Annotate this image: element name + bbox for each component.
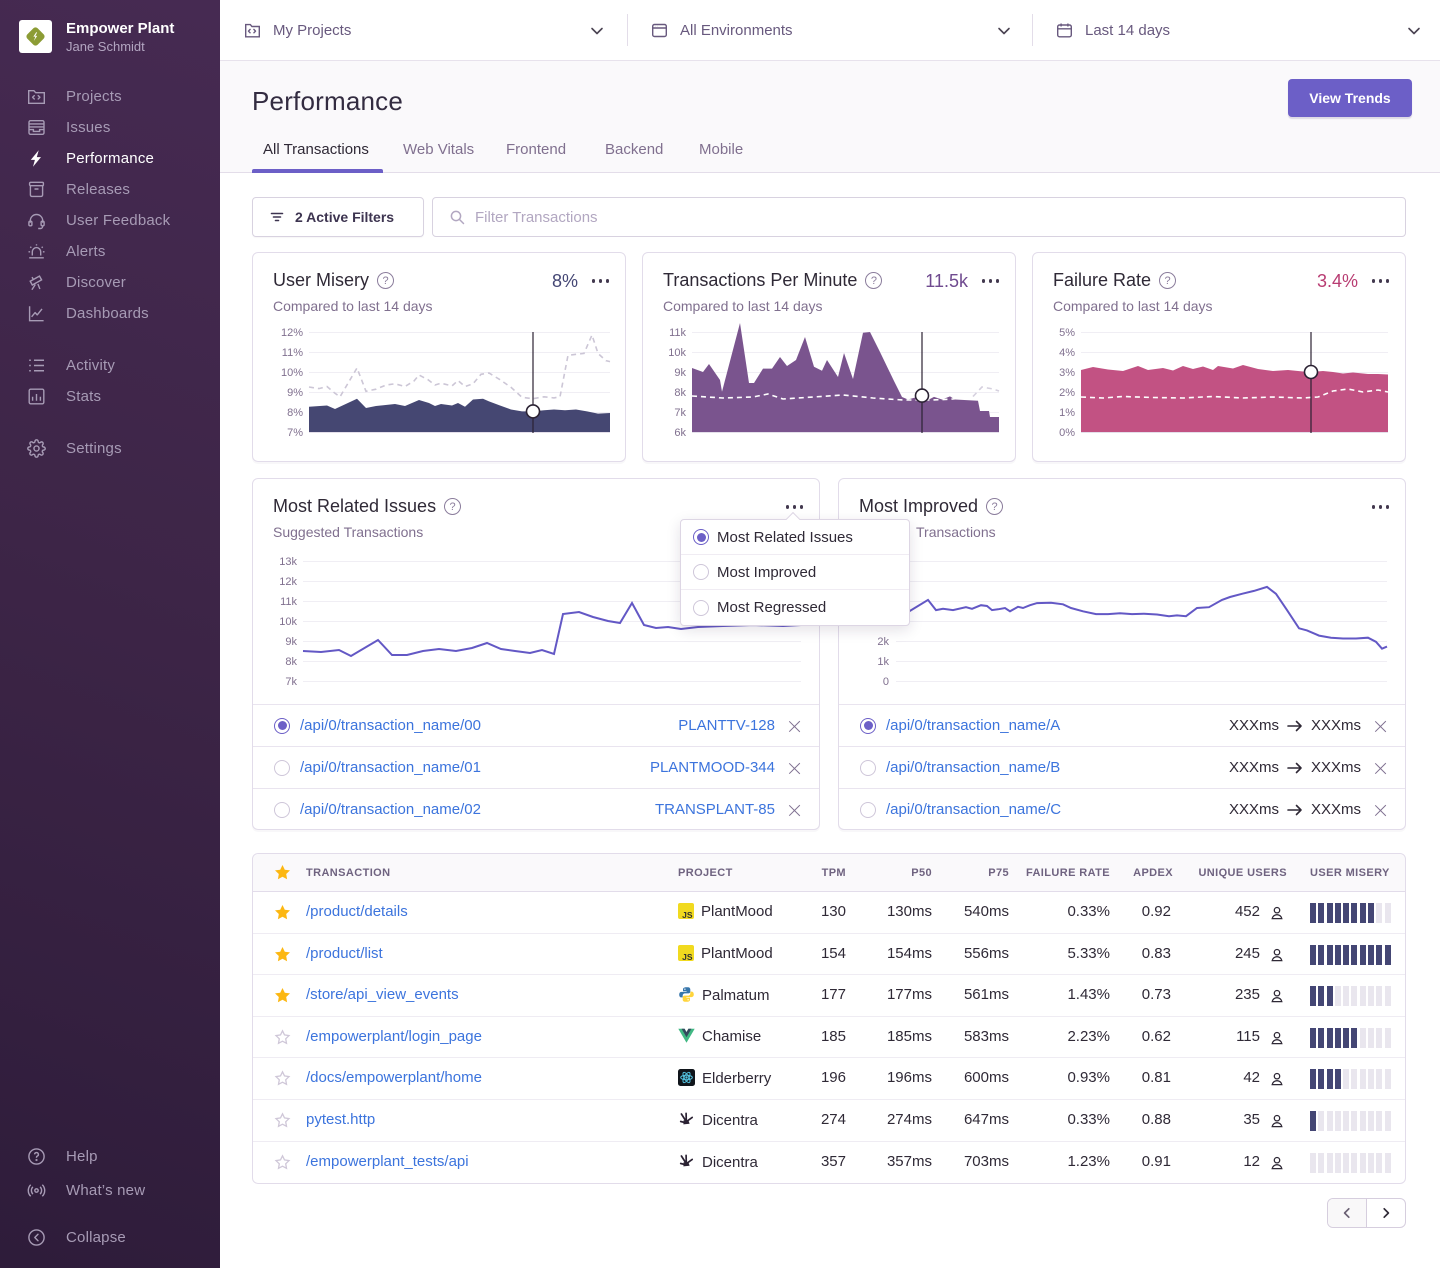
svg-text:2k: 2k bbox=[877, 636, 889, 648]
svg-text:11k: 11k bbox=[280, 596, 297, 608]
svg-text:8k: 8k bbox=[674, 387, 686, 399]
svg-text:10k: 10k bbox=[668, 347, 686, 359]
svg-text:10%: 10% bbox=[281, 367, 303, 379]
svg-text:11%: 11% bbox=[282, 347, 303, 359]
svg-text:3%: 3% bbox=[1059, 367, 1075, 379]
svg-text:9k: 9k bbox=[285, 636, 297, 648]
svg-text:1k: 1k bbox=[877, 656, 889, 668]
svg-text:4%: 4% bbox=[1059, 347, 1075, 359]
svg-text:2%: 2% bbox=[1059, 387, 1075, 399]
svg-text:7%: 7% bbox=[287, 427, 303, 439]
svg-text:11k: 11k bbox=[669, 327, 686, 339]
svg-text:8%: 8% bbox=[287, 407, 303, 419]
svg-text:8k: 8k bbox=[285, 656, 297, 668]
svg-text:9%: 9% bbox=[287, 387, 303, 399]
svg-text:6k: 6k bbox=[674, 427, 686, 439]
svg-text:9k: 9k bbox=[674, 367, 686, 379]
svg-text:0%: 0% bbox=[1059, 427, 1075, 439]
svg-text:1%: 1% bbox=[1059, 407, 1075, 419]
svg-text:13k: 13k bbox=[279, 556, 297, 568]
svg-text:12k: 12k bbox=[279, 576, 297, 588]
svg-text:7k: 7k bbox=[285, 676, 297, 688]
svg-text:12%: 12% bbox=[281, 327, 303, 339]
svg-text:10k: 10k bbox=[279, 616, 297, 628]
svg-text:7k: 7k bbox=[674, 407, 686, 419]
svg-text:0: 0 bbox=[883, 676, 889, 688]
svg-text:5%: 5% bbox=[1059, 327, 1075, 339]
